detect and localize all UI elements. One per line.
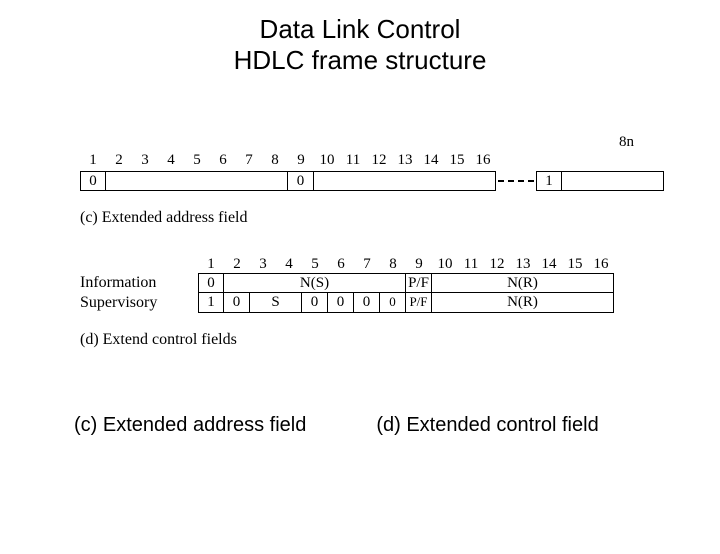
diagram-extended-address: 1 2 3 4 5 6 7 8 9 10 11 12 13 14 15 16 0… bbox=[80, 152, 664, 227]
bit-numbers-d: 1 2 3 4 5 6 7 8 9 10 11 12 13 14 15 16 bbox=[198, 256, 614, 273]
title-line-1: Data Link Control bbox=[0, 14, 720, 45]
info-ns: N(S) bbox=[224, 273, 406, 293]
addr-octet1-rest bbox=[106, 171, 288, 191]
sup-z5: 0 bbox=[302, 293, 328, 313]
addr-octet2-rest bbox=[314, 171, 496, 191]
info-bit1: 0 bbox=[198, 273, 224, 293]
title-line-2: HDLC frame structure bbox=[0, 45, 720, 76]
addr-last-octet-rest bbox=[562, 171, 664, 191]
addr-last-bit-one: 1 bbox=[536, 171, 562, 191]
info-nr: N(R) bbox=[432, 273, 614, 293]
sup-s: S bbox=[250, 293, 302, 313]
sup-bit2: 0 bbox=[224, 293, 250, 313]
caption-c: (c) Extended address field bbox=[80, 209, 664, 227]
addr-bit9-zero: 0 bbox=[288, 171, 314, 191]
caption-d: (d) Extend control fields bbox=[80, 331, 614, 349]
control-row-information: Information 0 N(S) P/F N(R) bbox=[80, 273, 614, 293]
addr-8n-label: 8n bbox=[619, 134, 634, 151]
bit-numbers-c: 1 2 3 4 5 6 7 8 9 10 11 12 13 14 15 16 bbox=[80, 152, 664, 169]
footer-label-c: (c) Extended address field bbox=[74, 414, 306, 437]
addr-bit1-zero: 0 bbox=[80, 171, 106, 191]
sup-pf: P/F bbox=[406, 293, 432, 313]
address-octets-row: 0 0 1 bbox=[80, 171, 664, 191]
footer-label-d: (d) Extended control field bbox=[376, 414, 598, 437]
sup-z7: 0 bbox=[354, 293, 380, 313]
sup-z6: 0 bbox=[328, 293, 354, 313]
sup-nr: N(R) bbox=[432, 293, 614, 313]
footer-labels: (c) Extended address field (d) Extended … bbox=[0, 414, 720, 437]
sup-z8: 0 bbox=[380, 293, 406, 313]
row-label-supervisory: Supervisory bbox=[80, 294, 198, 312]
sup-bit1: 1 bbox=[198, 293, 224, 313]
control-row-supervisory: Supervisory 1 0 S 0 0 0 0 P/F N(R) bbox=[80, 293, 614, 313]
info-pf: P/F bbox=[406, 273, 432, 293]
diagram-extended-control: 1 2 3 4 5 6 7 8 9 10 11 12 13 14 15 16 I… bbox=[80, 256, 614, 349]
row-label-information: Information bbox=[80, 274, 198, 292]
slide-title: Data Link Control HDLC frame structure bbox=[0, 14, 720, 76]
addr-continuation bbox=[496, 171, 536, 191]
